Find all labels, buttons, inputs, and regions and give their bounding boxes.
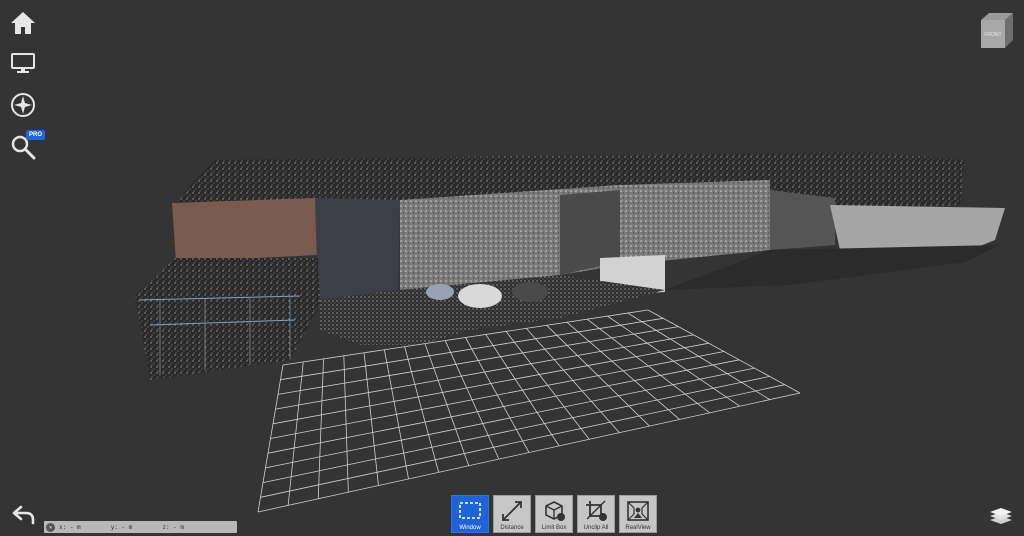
home-button[interactable]: [8, 8, 38, 38]
grid-line: [262, 376, 770, 483]
coordinates-reset-icon[interactable]: ✕: [46, 522, 55, 532]
unclip-all-tool-button[interactable]: Unclip All: [577, 495, 615, 533]
grid-line: [265, 367, 755, 469]
view-cube[interactable]: FRONT: [975, 10, 1015, 50]
point-cloud-scene: [135, 152, 1005, 513]
grid-line: [272, 342, 709, 425]
navigation-button[interactable]: [8, 90, 38, 120]
distance-tool-label: Distance: [500, 525, 524, 531]
monitor-icon: [11, 53, 35, 73]
grid-line: [275, 334, 694, 410]
limit-box-icon: [545, 501, 565, 521]
realview-tool-button[interactable]: RealView: [619, 495, 657, 533]
home-icon: [11, 12, 35, 34]
coord-z: z: - m: [162, 523, 185, 531]
grid-line: [267, 359, 740, 454]
window-tool-label: Window: [459, 525, 481, 531]
views-button[interactable]: [8, 48, 38, 78]
distance-tool-button[interactable]: Distance: [493, 495, 531, 533]
realview-tool-label: RealView: [625, 525, 651, 531]
undo-button[interactable]: [8, 502, 38, 528]
realview-icon: [627, 501, 649, 521]
canopy-structure: [135, 258, 320, 380]
unclip-icon: [586, 500, 607, 521]
grid-line: [270, 351, 725, 439]
coord-y: y: - m: [110, 523, 133, 531]
layers-button[interactable]: [986, 502, 1016, 528]
distance-icon: [502, 501, 522, 521]
limit-box-tool-button[interactable]: Limit Box: [535, 495, 573, 533]
point-cloud-viewport[interactable]: [0, 0, 1024, 536]
tool-toolbar: Window Distance Limit Box Unclip All Rea…: [451, 495, 657, 533]
window-select-icon: [459, 502, 481, 519]
unclip-all-tool-label: Unclip All: [583, 525, 609, 531]
layers-icon: [990, 508, 1012, 524]
pro-badge: PRO: [26, 130, 46, 140]
limit-box-tool-label: Limit Box: [541, 525, 567, 531]
coordinates-readout: ✕ x: - m y: - m z: - m: [44, 521, 237, 533]
view-cube-face-label: FRONT: [984, 32, 1001, 38]
compass-icon: [11, 93, 35, 117]
measurement-grid: [257, 309, 801, 513]
window-tool-button[interactable]: Window: [451, 495, 489, 533]
coord-x: x: - m: [59, 523, 81, 531]
undo-arrow-icon: [12, 505, 35, 525]
view-cube-icon: FRONT: [981, 13, 1013, 48]
grid-line: [260, 384, 785, 498]
